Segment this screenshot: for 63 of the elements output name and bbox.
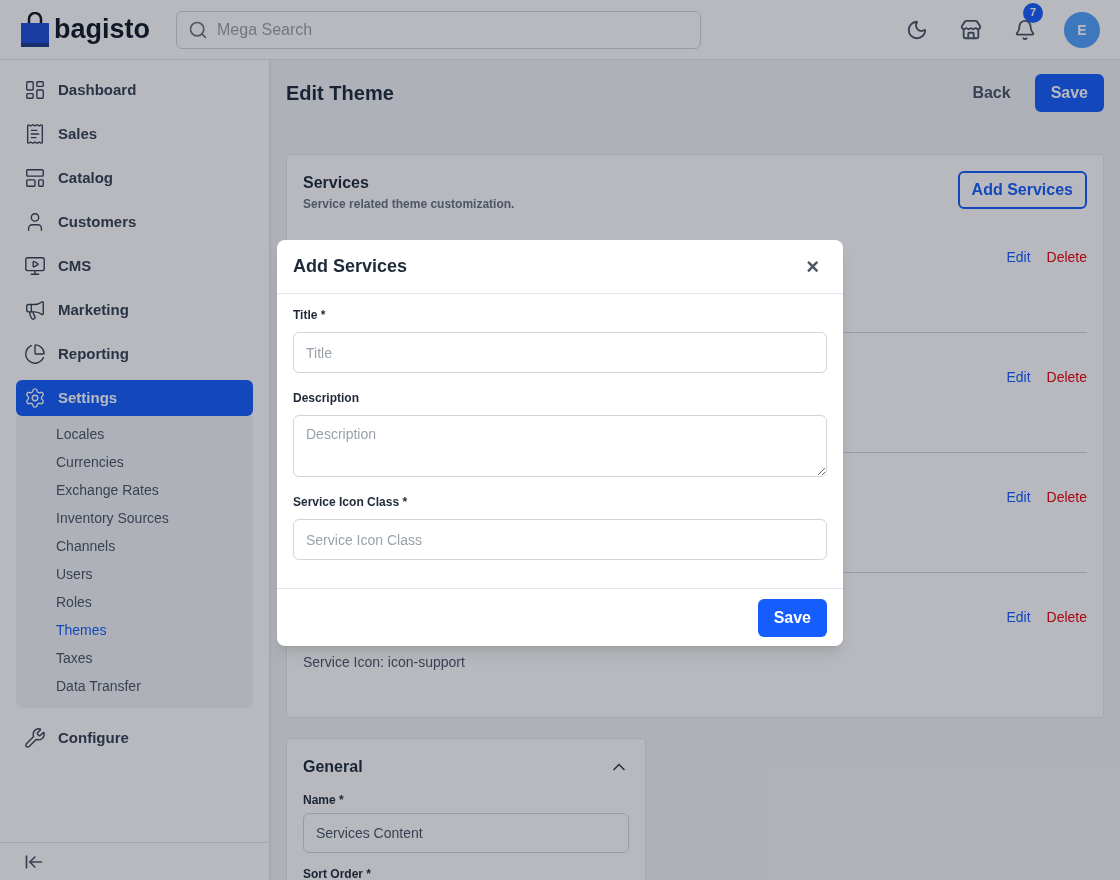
delete-link[interactable]: Delete xyxy=(1046,247,1087,268)
sidebar-item[interactable]: Settings xyxy=(16,380,253,416)
service-detail: Service Icon: icon-support xyxy=(303,653,466,672)
add-services-button[interactable]: Add Services xyxy=(957,171,1087,209)
field-label: Title * xyxy=(293,307,327,324)
close-button[interactable]: × xyxy=(798,250,827,283)
settings-icon xyxy=(24,387,46,409)
submenu-item[interactable]: Locales xyxy=(16,420,253,448)
submenu-item[interactable]: Inventory Sources xyxy=(16,504,253,532)
megaphone-icon xyxy=(24,299,46,321)
submenu-item[interactable]: Currencies xyxy=(16,448,253,476)
submenu-item[interactable]: Roles xyxy=(16,588,253,616)
card-title: Services xyxy=(303,173,370,193)
edit-link[interactable]: Edit xyxy=(1006,487,1031,508)
sidebar-item[interactable]: Configure xyxy=(16,720,253,756)
search-field[interactable]: Mega Search xyxy=(176,10,701,49)
delete-link[interactable]: Delete xyxy=(1046,367,1087,388)
sidebar-item[interactable]: Marketing xyxy=(16,292,253,328)
sidebar-item[interactable]: Reporting xyxy=(16,336,253,372)
input-field[interactable]: Title xyxy=(293,332,827,373)
field-label: Name * xyxy=(303,792,345,809)
sidebar-item[interactable]: Catalog xyxy=(16,160,253,196)
card-title: General xyxy=(303,757,363,777)
submenu-item[interactable]: Taxes xyxy=(16,644,253,672)
edit-link[interactable]: Edit xyxy=(1006,367,1031,388)
submenu-item[interactable]: Themes xyxy=(16,616,253,644)
layout-icon xyxy=(24,167,46,189)
textarea-field[interactable]: Description xyxy=(293,415,827,477)
sidebar-item[interactable]: Dashboard xyxy=(16,72,253,108)
dark-mode-icon[interactable] xyxy=(906,18,928,41)
pie-chart-icon xyxy=(24,343,46,365)
monitor-icon xyxy=(24,255,46,277)
logo-text: bagisto xyxy=(54,13,150,47)
search-icon xyxy=(188,19,208,40)
notification-bell-icon[interactable] xyxy=(1014,18,1036,41)
edit-link[interactable]: Edit xyxy=(1006,607,1031,628)
submenu-item[interactable]: Data Transfer xyxy=(16,672,253,700)
dialog-save-button[interactable]: Save xyxy=(757,598,827,637)
card-subtitle: Service related theme customization. xyxy=(303,196,515,213)
delete-link[interactable]: Delete xyxy=(1046,487,1087,508)
edit-link[interactable]: Edit xyxy=(1006,247,1031,268)
submenu-item[interactable]: Users xyxy=(16,560,253,588)
back-button[interactable]: Back xyxy=(960,74,1023,112)
field-label: Description xyxy=(293,390,360,407)
sidebar-item[interactable]: CMS xyxy=(16,248,253,284)
delete-link[interactable]: Delete xyxy=(1046,607,1087,628)
shopping-bag-logo-icon xyxy=(20,11,50,48)
input-field[interactable]: Services Content xyxy=(303,813,629,853)
page-title: Edit Theme xyxy=(286,81,394,106)
field-label: Sort Order * xyxy=(303,866,372,880)
save-button[interactable]: Save xyxy=(1034,74,1104,112)
store-icon[interactable] xyxy=(960,18,982,41)
submenu-item[interactable]: Channels xyxy=(16,532,253,560)
dashboard-icon xyxy=(24,79,46,101)
wrench-icon xyxy=(24,727,46,749)
notification-count: 7 xyxy=(1023,2,1043,23)
dialog-title: Add Services xyxy=(293,255,408,278)
sidebar-item[interactable]: Sales xyxy=(16,116,253,152)
input-field[interactable]: Service Icon Class xyxy=(293,519,827,560)
document-icon xyxy=(24,123,46,145)
field-label: Service Icon Class * xyxy=(293,494,409,511)
sidebar-item[interactable]: Customers xyxy=(16,204,253,240)
submenu-item[interactable]: Exchange Rates xyxy=(16,476,253,504)
